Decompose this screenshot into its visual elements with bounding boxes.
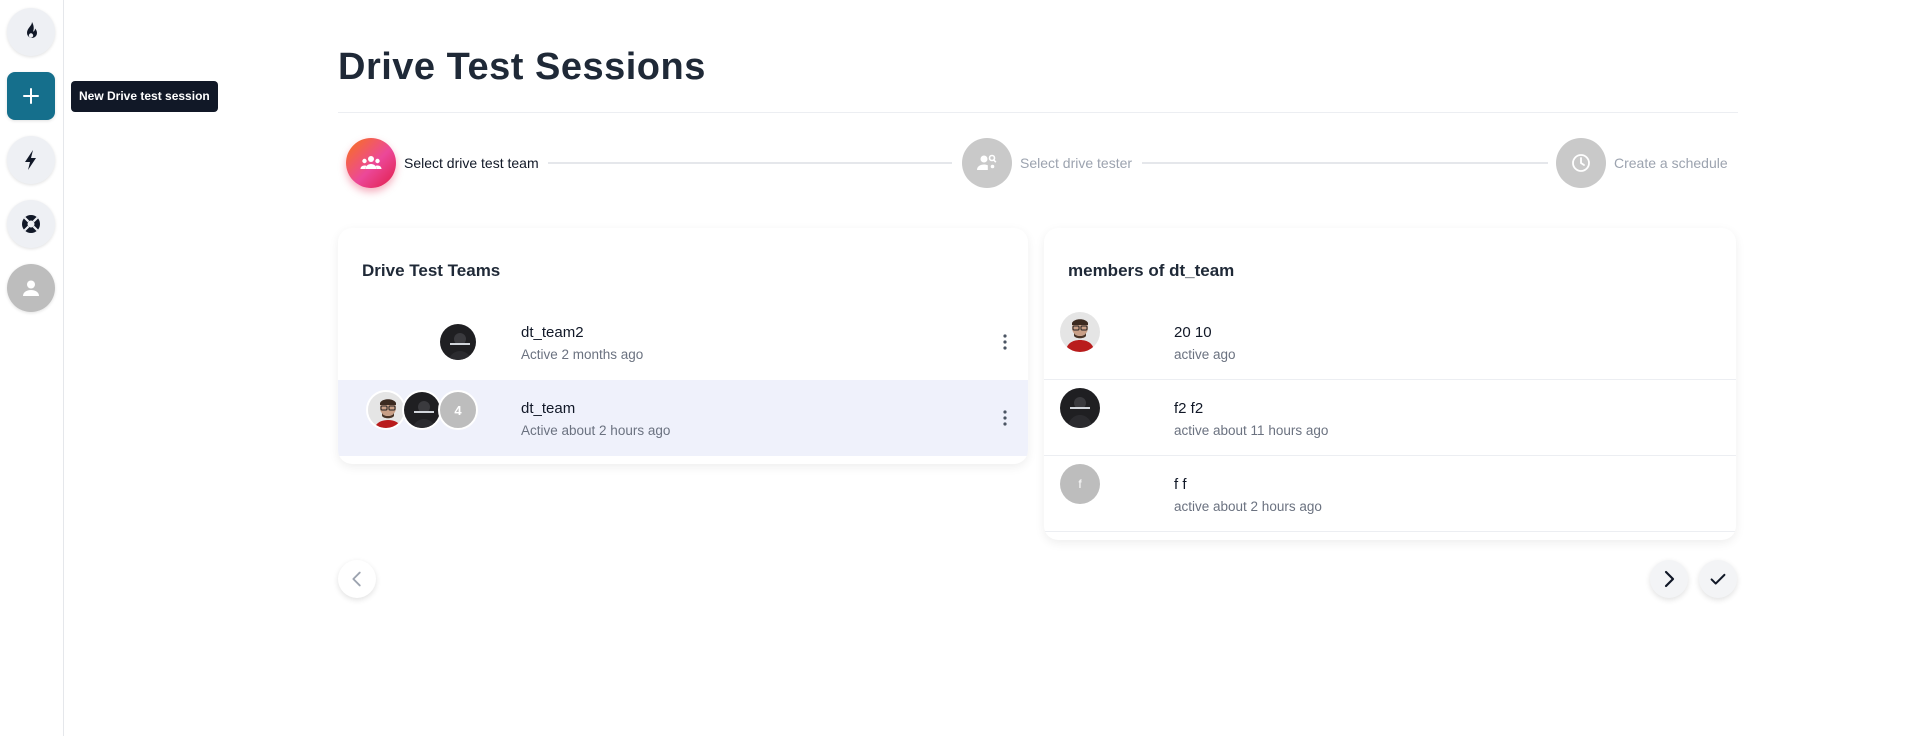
member-avatar: [1060, 388, 1100, 428]
team-member-avatar: [402, 390, 442, 430]
step-select-team-label: Select drive test team: [404, 155, 539, 171]
member-initial-avatar: f: [1060, 464, 1100, 504]
team-member-avatar: [438, 322, 478, 362]
member-row[interactable]: 20 10 active ago: [1044, 304, 1736, 380]
title-divider: [338, 112, 1738, 113]
member-status: active about 2 hours ago: [1174, 499, 1322, 514]
step-create-schedule-label: Create a schedule: [1614, 155, 1728, 171]
step-create-schedule-circle: [1556, 138, 1606, 188]
user-icon: [23, 280, 39, 296]
page-title: Drive Test Sessions: [338, 46, 706, 88]
team-row-selected[interactable]: 4 dt_team Active about 2 hours ago: [338, 380, 1028, 456]
member-avatar: [1060, 312, 1100, 352]
step-connector-1: [548, 162, 952, 164]
step-select-team-circle: [346, 138, 396, 188]
chevron-left-icon: [352, 571, 361, 587]
more-vert-icon[interactable]: [995, 406, 1015, 430]
step-connector-2: [1142, 162, 1548, 164]
lightning-icon: [25, 150, 36, 170]
members-card: members of dt_team 20 10 active ago f2 f…: [1044, 228, 1736, 540]
member-row[interactable]: f f f active about 2 hours ago: [1044, 456, 1736, 532]
back-button[interactable]: [338, 560, 376, 598]
step-select-team[interactable]: Select drive test team: [346, 138, 539, 188]
finish-button[interactable]: [1699, 560, 1737, 598]
member-name: f f: [1174, 476, 1187, 493]
chevron-right-icon: [1664, 570, 1675, 588]
flame-icon: [27, 22, 37, 38]
clock-icon: [1572, 154, 1590, 172]
support-button[interactable]: [7, 200, 55, 248]
profile-button[interactable]: [7, 264, 55, 312]
person-search-icon: [977, 154, 997, 170]
next-button[interactable]: [1650, 560, 1688, 598]
teams-card: Drive Test Teams dt_team2 Active 2 month…: [338, 228, 1028, 464]
member-status: active ago: [1174, 347, 1236, 362]
more-vert-icon[interactable]: [995, 330, 1015, 354]
step-select-tester-circle: [962, 138, 1012, 188]
step-select-tester[interactable]: Select drive tester: [962, 138, 1132, 188]
check-icon: [1710, 573, 1726, 585]
new-session-tooltip: New Drive test session: [71, 81, 218, 112]
member-name: 20 10: [1174, 324, 1212, 341]
team-name: dt_team2: [521, 324, 584, 341]
plus-icon: [23, 88, 39, 104]
team-extra-count-avatar: 4: [438, 390, 478, 430]
members-card-title: members of dt_team: [1068, 261, 1235, 280]
step-select-tester-label: Select drive tester: [1020, 155, 1133, 171]
member-row[interactable]: f2 f2 active about 11 hours ago: [1044, 380, 1736, 456]
teams-card-title: Drive Test Teams: [362, 261, 501, 280]
sidebar: [0, 0, 64, 736]
row-divider: [1044, 531, 1736, 532]
team-row[interactable]: dt_team2 Active 2 months ago: [338, 304, 1028, 380]
team-status: Active 2 months ago: [521, 347, 644, 362]
lightning-button[interactable]: [7, 136, 55, 184]
member-name: f2 f2: [1174, 400, 1204, 417]
team-member-avatar: [366, 390, 406, 430]
member-status: active about 11 hours ago: [1174, 423, 1329, 438]
team-status: Active about 2 hours ago: [521, 423, 671, 438]
step-create-schedule[interactable]: Create a schedule: [1556, 138, 1728, 188]
group-icon: [360, 156, 382, 169]
team-name: dt_team: [521, 400, 576, 417]
lifebuoy-icon: [22, 215, 40, 233]
new-session-button[interactable]: [7, 72, 55, 120]
flame-button[interactable]: [7, 8, 55, 56]
